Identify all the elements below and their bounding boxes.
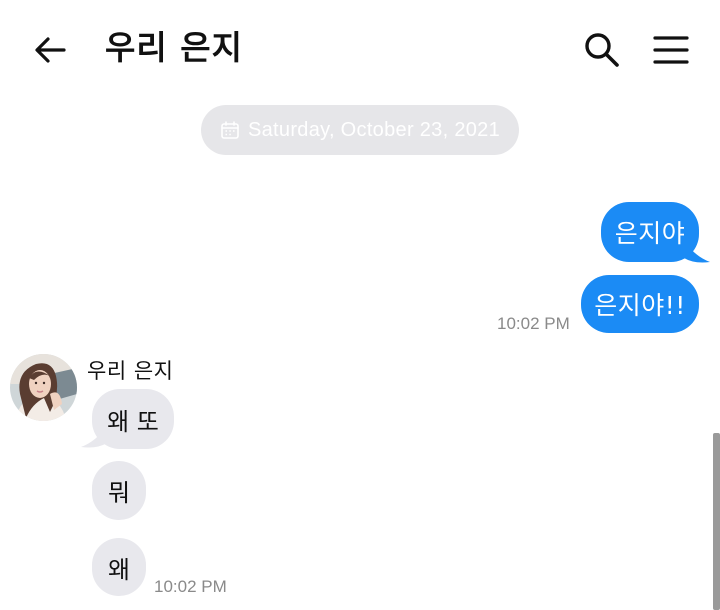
incoming-message[interactable]: 왜 (92, 538, 146, 596)
back-button[interactable] (30, 30, 70, 70)
sender-name: 우리 은지 (87, 359, 174, 383)
date-divider: Saturday, October 23, 2021 (201, 105, 519, 155)
chat-title: 우리 은지 (105, 28, 243, 67)
incoming-timestamp: 10:02 PM (154, 577, 227, 596)
outgoing-message[interactable]: 은지야 (601, 202, 699, 262)
avatar[interactable] (10, 354, 77, 421)
avatar-photo (10, 354, 77, 421)
incoming-message[interactable]: 왜 또 (92, 389, 174, 449)
hamburger-menu-icon (653, 36, 689, 64)
search-icon (585, 33, 619, 67)
scrollbar[interactable] (713, 433, 720, 610)
incoming-message[interactable]: 뭐 (92, 461, 146, 520)
chat-screen: 우리 은지 Saturday, October 23, 2021 은지야 은지야… (0, 0, 720, 610)
search-button[interactable] (580, 28, 622, 70)
menu-button[interactable] (651, 30, 691, 70)
outgoing-timestamp: 10:02 PM (497, 314, 570, 333)
calendar-icon (221, 121, 239, 139)
date-divider-text: Saturday, October 23, 2021 (247, 118, 501, 141)
outgoing-message[interactable]: 은지야!! (581, 275, 699, 333)
arrow-left-icon (35, 37, 66, 63)
chat-header: 우리 은지 (0, 0, 720, 96)
